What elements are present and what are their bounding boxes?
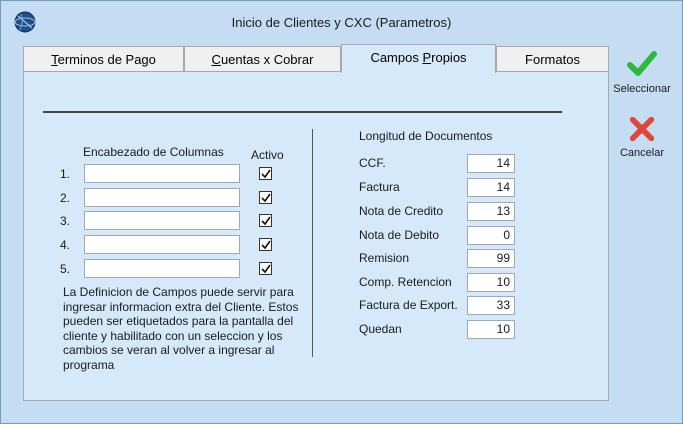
tab-formatos[interactable]: Formatos [496,46,609,73]
tab-mnemonic: P [422,50,432,65]
document-label: Comp. Retencion [359,275,452,289]
row-number: 2. [60,191,71,205]
active-checkbox-1[interactable] [259,167,272,180]
window-title: Inicio de Clientes y CXC (Parametros) [231,15,452,30]
active-checkbox-3[interactable] [259,214,272,227]
main-window: Inicio de Clientes y CXC (Parametros) Te… [0,0,683,424]
document-length-input[interactable]: 33 [467,296,515,315]
column-header-input-1[interactable] [84,164,240,183]
tab-mnemonic: C [211,52,221,67]
document-label: Nota de Debito [359,228,440,242]
cancel-button-label: Cancelar [619,147,665,159]
active-checkbox-4[interactable] [259,238,272,251]
checkmark-icon [261,264,271,274]
row-number: 4. [60,238,71,252]
document-length-input[interactable]: 10 [467,320,515,339]
tab-terminos-de-pago[interactable]: Terminos de Pago [23,46,184,73]
checkmark-icon [261,169,271,179]
active-checkbox-5[interactable] [259,262,272,275]
document-label: Factura [359,180,400,194]
cancel-button[interactable]: Cancelar [610,115,674,159]
document-length-input[interactable]: 14 [467,154,515,173]
column-header-input-3[interactable] [84,211,240,230]
tab-label: Campos Propios [370,50,467,65]
document-length-input[interactable]: 14 [467,178,515,197]
row-number: 1. [60,167,71,181]
tab-label: Terminos de Pago [51,52,156,67]
document-length-input[interactable]: 99 [467,249,515,268]
divider-vertical [312,129,313,357]
document-length-input[interactable]: 0 [467,226,515,245]
tab-label: Cuentas x Cobrar [211,52,314,67]
row-number: 3. [60,214,71,228]
document-label: Remision [359,251,410,265]
column-header-input-4[interactable] [84,235,240,254]
document-length-input[interactable]: 10 [467,273,515,292]
active-checkbox-2[interactable] [259,191,272,204]
tab-cuentas-x-cobrar[interactable]: Cuentas x Cobrar [184,46,341,73]
campos-propios-panel: Encabezado de Columnas Activo 1. 2. 3. 4. 5.… [23,71,609,401]
checkmark-icon [627,51,657,76]
select-button-label: Seleccionar [613,83,671,95]
document-label: Quedan [359,322,402,336]
description-text: La Definicion de Campos puede servir par… [63,285,299,372]
column-header-input-2[interactable] [84,188,240,207]
column-header-input-5[interactable] [84,259,240,278]
tab-campos-propios[interactable]: Campos Propios [341,44,496,73]
row-number: 5. [60,262,71,276]
active-header: Activo [251,148,284,162]
tab-label: Formatos [525,52,580,67]
select-button[interactable]: Seleccionar [610,49,674,95]
title-bar: Inicio de Clientes y CXC (Parametros) [2,2,681,40]
columns-header: Encabezado de Columnas [83,145,224,159]
divider-horizontal [43,111,562,113]
checkmark-icon [261,240,271,250]
tab-label-rest: erminos de Pago [57,52,156,67]
document-label: CCF. [359,156,386,170]
document-length-input[interactable]: 13 [467,202,515,221]
document-label: Nota de Credito [359,204,444,218]
document-label: Factura de Export. [359,298,458,312]
documents-header: Longitud de Documentos [359,129,493,143]
cross-icon [629,116,655,142]
tab-strip: Terminos de Pago Cuentas x Cobrar Campos… [23,44,609,73]
checkmark-icon [261,216,271,226]
checkmark-icon [261,193,271,203]
